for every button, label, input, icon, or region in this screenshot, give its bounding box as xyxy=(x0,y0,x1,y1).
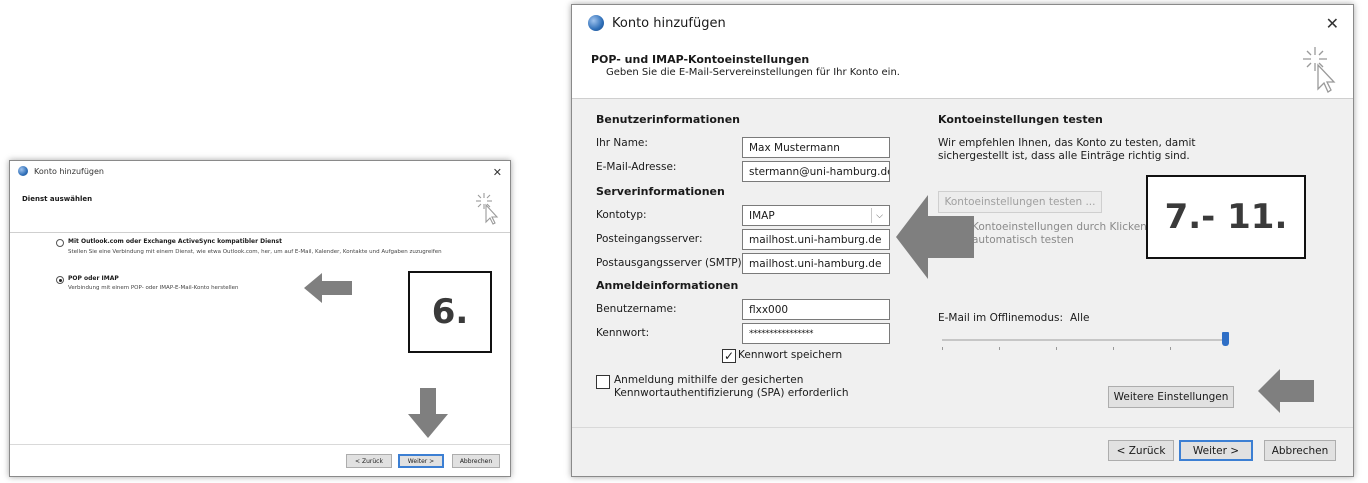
arrow-left-icon xyxy=(896,195,974,279)
email-label: E-Mail-Adresse: xyxy=(596,161,677,173)
next-button[interactable]: Weiter > xyxy=(398,454,444,468)
auto-test-label-line2: automatisch testen xyxy=(972,234,1074,246)
spa-checkbox[interactable] xyxy=(596,375,610,389)
header-subtitle: Geben Sie die E-Mail-Servereinstellungen… xyxy=(606,67,900,78)
account-type-label: Kontotyp: xyxy=(596,209,647,221)
dialog-header: Dienst auswählen xyxy=(10,181,510,233)
close-icon[interactable]: ✕ xyxy=(1326,14,1339,33)
radio-pop-imap-option[interactable] xyxy=(56,276,64,284)
slider-tick xyxy=(999,347,1000,350)
window-title: Konto hinzufügen xyxy=(34,166,104,176)
back-button[interactable]: < Zurück xyxy=(1108,440,1174,461)
radio-exchange-option[interactable] xyxy=(56,239,64,247)
chevron-down-icon[interactable]: ⌵ xyxy=(871,208,887,223)
dialog-footer: < Zurück Weiter > Abbrechen xyxy=(572,427,1353,476)
slider-tick xyxy=(942,347,943,350)
dialog-dienst-auswaehlen: Konto hinzufügen ✕ Dienst auswählen Mit … xyxy=(9,160,511,477)
cancel-button[interactable]: Abbrechen xyxy=(1264,440,1336,461)
email-input[interactable]: stermann@uni-hamburg.de xyxy=(742,161,890,182)
window-title: Konto hinzufügen xyxy=(612,15,726,31)
section-user-info: Benutzerinformationen xyxy=(596,113,741,126)
section-test-settings: Kontoeinstellungen testen xyxy=(938,113,1103,126)
test-desc-line1: Wir empfehlen Ihnen, das Konto zu testen… xyxy=(938,137,1196,149)
account-type-value: IMAP xyxy=(749,209,775,222)
option-exchange-title: Mit Outlook.com oder Exchange ActiveSync… xyxy=(68,238,282,245)
remember-password-checkbox[interactable]: ✓ xyxy=(722,349,736,363)
username-label: Benutzername: xyxy=(596,303,677,315)
spa-label-line1: Anmeldung mithilfe der gesicherten xyxy=(614,374,804,386)
titlebar: Konto hinzufügen xyxy=(10,161,510,181)
option-pop-imap-desc: Verbindung mit einem POP- oder IMAP-E-Ma… xyxy=(68,285,239,291)
wizard-icon xyxy=(476,193,499,225)
step-callout-6: 6. xyxy=(408,271,492,353)
cancel-button[interactable]: Abbrechen xyxy=(452,454,500,468)
arrow-down-icon xyxy=(408,388,448,438)
step-callout-7-11: 7.- 11. xyxy=(1146,175,1306,259)
dialog-body: Mit Outlook.com oder Exchange ActiveSync… xyxy=(10,233,510,446)
auto-test-label-line1: Kontoeinstellungen durch Klicken xyxy=(972,221,1147,233)
incoming-server-input[interactable]: mailhost.uni-hamburg.de xyxy=(742,229,890,250)
remember-password-label: Kennwort speichern xyxy=(738,349,843,361)
password-label: Kennwort: xyxy=(596,327,650,339)
header-title: Dienst auswählen xyxy=(22,195,93,203)
offline-mode-label: E-Mail im Offlinemodus: xyxy=(938,312,1064,324)
dialog-body: Benutzerinformationen Ihr Name: Max Must… xyxy=(572,99,1353,429)
outlook-app-icon xyxy=(18,166,28,176)
outgoing-server-input[interactable]: mailhost.uni-hamburg.de xyxy=(742,253,890,274)
arrow-left-icon xyxy=(304,273,352,303)
section-login-info: Anmeldeinformationen xyxy=(596,279,739,292)
offline-mode-slider[interactable] xyxy=(942,331,1232,351)
dialog-pop-imap-settings: Konto hinzufügen ✕ POP- und IMAP-Kontoei… xyxy=(571,4,1354,477)
password-input[interactable]: **************** xyxy=(742,323,890,344)
wizard-icon xyxy=(1303,47,1336,93)
account-type-select[interactable]: IMAP ⌵ xyxy=(742,205,890,226)
dialog-footer: < Zurück Weiter > Abbrechen xyxy=(10,444,510,476)
outgoing-server-label: Postausgangsserver (SMTP): xyxy=(596,257,746,269)
option-pop-imap-title: POP oder IMAP xyxy=(68,275,119,282)
option-exchange-desc: Stellen Sie eine Verbindung mit einem Di… xyxy=(68,249,442,255)
slider-track xyxy=(942,339,1226,341)
back-button[interactable]: < Zurück xyxy=(346,454,392,468)
slider-thumb[interactable] xyxy=(1222,332,1229,346)
slider-tick xyxy=(1170,347,1171,350)
more-settings-button[interactable]: Weitere Einstellungen xyxy=(1108,386,1234,408)
close-icon[interactable]: ✕ xyxy=(493,166,502,179)
dialog-header: POP- und IMAP-Kontoeinstellungen Geben S… xyxy=(572,41,1353,99)
arrow-left-icon xyxy=(1258,369,1314,413)
slider-tick xyxy=(1056,347,1057,350)
username-input[interactable]: flxx000 xyxy=(742,299,890,320)
name-input[interactable]: Max Mustermann xyxy=(742,137,890,158)
section-server-info: Serverinformationen xyxy=(596,185,725,198)
outlook-app-icon xyxy=(588,15,604,31)
next-button[interactable]: Weiter > xyxy=(1179,440,1253,461)
incoming-server-label: Posteingangsserver: xyxy=(596,233,703,245)
spa-label-line2: Kennwortauthentifizierung (SPA) erforder… xyxy=(614,387,849,399)
header-title: POP- und IMAP-Kontoeinstellungen xyxy=(591,53,810,66)
slider-tick xyxy=(1113,347,1114,350)
test-desc-line2: sichergestellt ist, dass alle Einträge r… xyxy=(938,150,1190,162)
name-label: Ihr Name: xyxy=(596,137,648,149)
titlebar: Konto hinzufügen xyxy=(572,5,1353,41)
offline-mode-value: Alle xyxy=(1070,312,1090,324)
